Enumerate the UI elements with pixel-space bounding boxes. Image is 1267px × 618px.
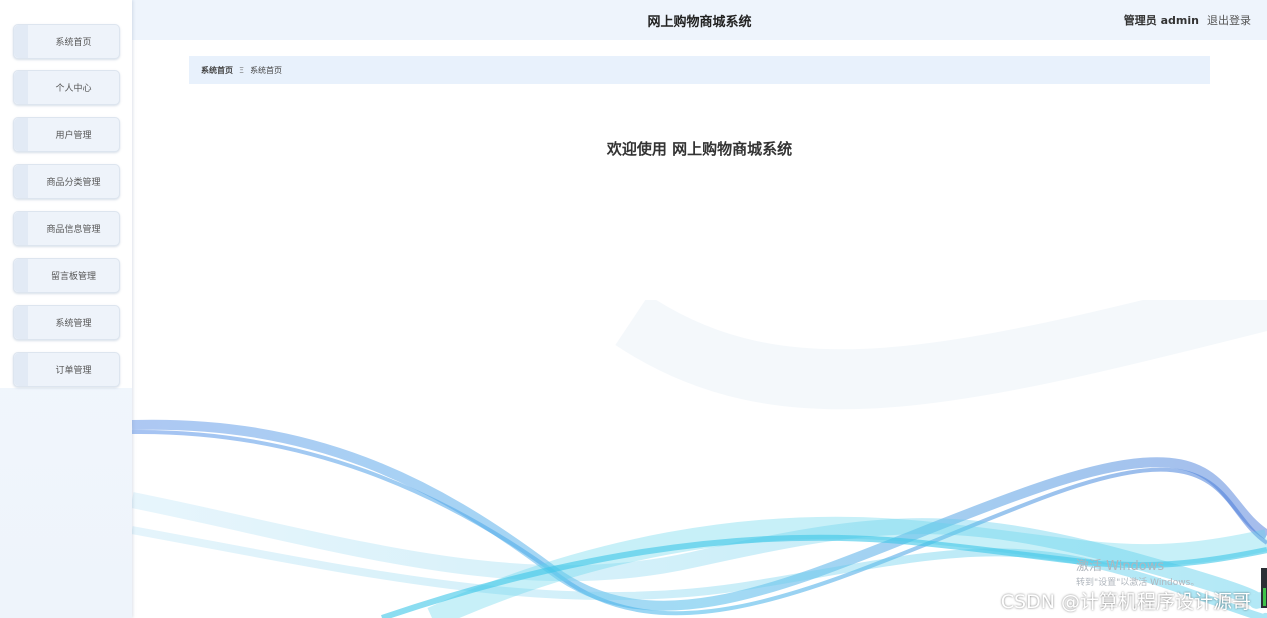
sidebar-item-accent <box>14 353 28 386</box>
breadcrumb-separator-icon: Ξ <box>239 65 245 75</box>
logout-link[interactable]: 退出登录 <box>1207 12 1251 28</box>
sidebar-item-accent <box>14 259 28 292</box>
sidebar-item-product-management[interactable]: 商品信息管理 <box>13 211 120 246</box>
breadcrumb-home-link[interactable]: 系统首页 <box>201 65 233 76</box>
windows-activation-title: 激活 Windows <box>1076 559 1165 574</box>
sidebar-item-personal-center[interactable]: 个人中心 <box>13 70 120 105</box>
sidebar-item-order-management[interactable]: 订单管理 <box>13 352 120 387</box>
app-title: 网上购物商城系统 <box>647 14 752 30</box>
sidebar-item-label: 留言板管理 <box>50 272 96 282</box>
breadcrumb-current: 系统首页 <box>250 65 283 75</box>
sidebar-item-category-management[interactable]: 商品分类管理 <box>13 164 120 199</box>
sidebar: 系统首页 个人中心 用户管理 商品分类管理 商品信息管理 留言板管理 系统管理 <box>0 0 132 618</box>
sidebar-item-accent <box>14 165 28 198</box>
sidebar-item-system-management[interactable]: 系统管理 <box>13 305 120 340</box>
top-header: 网上购物商城系统 管理员 admin 退出登录 <box>132 0 1267 40</box>
sidebar-item-accent <box>14 118 28 151</box>
sidebar-item-label: 用户管理 <box>55 131 92 141</box>
user-area: 管理员 admin 退出登录 <box>1124 0 1251 40</box>
sidebar-item-home[interactable]: 系统首页 <box>13 24 120 59</box>
sidebar-item-accent <box>14 71 28 104</box>
csdn-watermark: CSDN @计算机程序设计源哥 <box>1000 591 1251 613</box>
sidebar-item-label: 商品信息管理 <box>46 225 101 235</box>
sidebar-item-label: 订单管理 <box>55 366 92 376</box>
sidebar-item-label: 个人中心 <box>55 84 92 94</box>
sidebar-item-accent <box>14 306 28 339</box>
current-user-label: 管理员 admin <box>1123 14 1199 27</box>
sidebar-item-accent <box>14 25 28 58</box>
sidebar-item-user-management[interactable]: 用户管理 <box>13 117 120 152</box>
sidebar-item-accent <box>14 212 28 245</box>
windows-activation-watermark: 激活 Windows 转到"设置"以激活 Windows。 <box>1076 555 1199 588</box>
sidebar-item-label: 系统管理 <box>55 319 92 329</box>
sidebar-item-message-board[interactable]: 留言板管理 <box>13 258 120 293</box>
welcome-message: 欢迎使用 网上购物商城系统 <box>606 140 793 158</box>
tray-widget-icon <box>1261 568 1267 608</box>
sidebar-item-label: 系统首页 <box>55 38 92 48</box>
sidebar-item-label: 商品分类管理 <box>46 178 101 188</box>
breadcrumb: 系统首页 Ξ 系统首页 <box>189 56 1210 84</box>
